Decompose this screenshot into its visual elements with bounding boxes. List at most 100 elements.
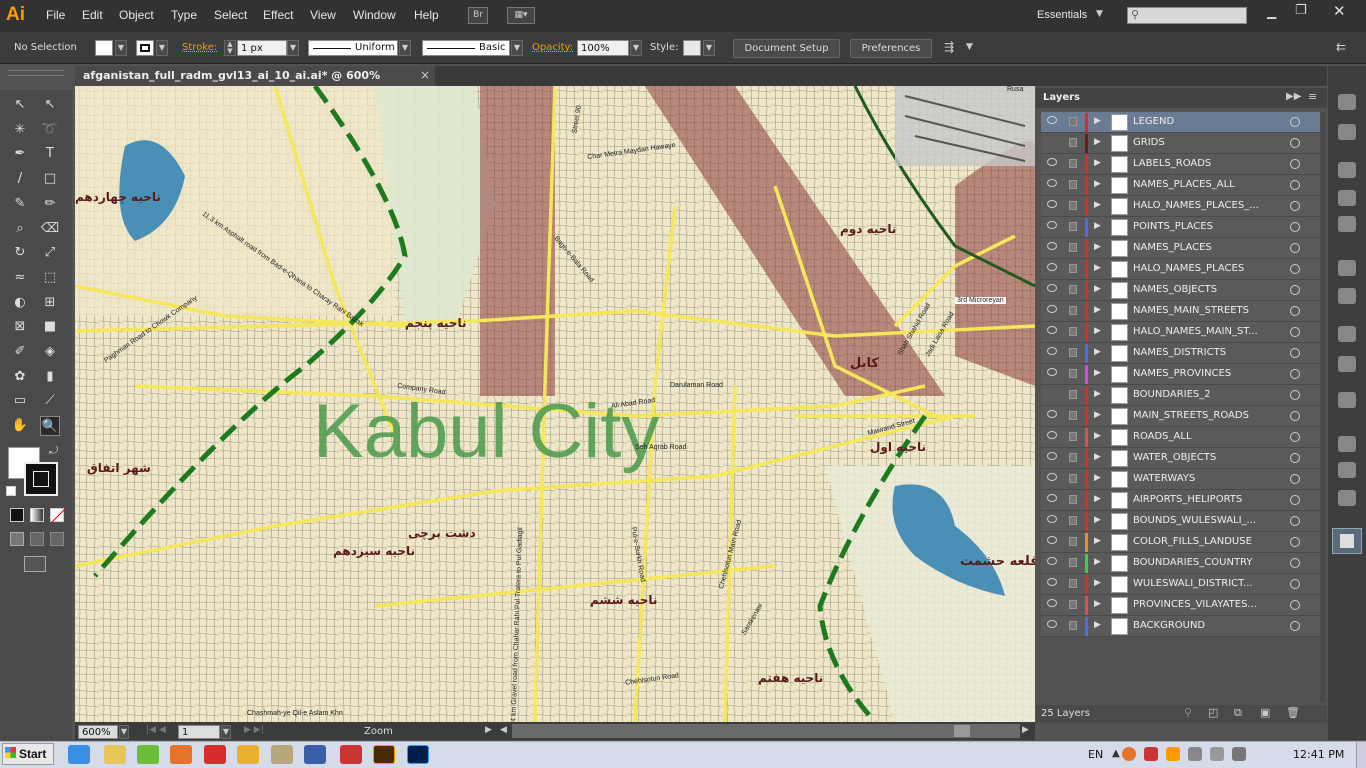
ie-icon[interactable]: [68, 745, 90, 764]
layer-name[interactable]: NAMES_OBJECTS: [1133, 284, 1258, 295]
visibility-eye-icon[interactable]: [1047, 263, 1057, 271]
layer-name[interactable]: NAMES_MAIN_STREETS: [1133, 305, 1258, 316]
visibility-eye-icon[interactable]: [1047, 494, 1057, 502]
expand-layer-icon[interactable]: ▶: [1094, 410, 1101, 420]
expand-layer-icon[interactable]: ▶: [1094, 200, 1101, 210]
quicktime-icon[interactable]: [137, 745, 159, 764]
lock-icon[interactable]: [1069, 558, 1077, 567]
symbol-sprayer-tool[interactable]: ✿: [10, 367, 30, 387]
menu-file[interactable]: File: [46, 8, 65, 22]
visibility-eye-icon[interactable]: [1047, 620, 1057, 628]
search-input[interactable]: ⚲: [1127, 7, 1247, 24]
layer-name[interactable]: BOUNDARIES_2: [1133, 389, 1258, 400]
lock-icon[interactable]: [1069, 537, 1077, 546]
expand-layer-icon[interactable]: ▶: [1094, 158, 1101, 168]
layer-name[interactable]: BOUNDARIES_COUNTRY: [1133, 557, 1258, 568]
draw-normal-icon[interactable]: [10, 532, 24, 546]
preferences-button[interactable]: Preferences: [850, 39, 932, 58]
tools-panel-grip[interactable]: [8, 70, 64, 76]
lasso-tool[interactable]: ➰: [40, 120, 60, 140]
tray-app-icon[interactable]: [1144, 747, 1158, 761]
expand-layer-icon[interactable]: ▶: [1094, 116, 1101, 126]
visibility-eye-icon[interactable]: [1047, 473, 1057, 481]
fill-swatch[interactable]: [95, 40, 113, 56]
minimize-icon[interactable]: ▁: [1267, 5, 1276, 19]
save-app-icon[interactable]: [304, 745, 326, 764]
expand-layer-icon[interactable]: ▶: [1094, 599, 1101, 609]
menu-edit[interactable]: Edit: [82, 8, 103, 22]
default-colors-icon[interactable]: [6, 486, 16, 496]
zoom-level-field[interactable]: 600%: [78, 725, 118, 739]
target-icon[interactable]: [1290, 306, 1300, 316]
draw-behind-icon[interactable]: [30, 532, 44, 546]
lock-icon[interactable]: [1069, 369, 1077, 378]
fill-chevron-icon[interactable]: ▼: [115, 40, 127, 56]
notepad-icon[interactable]: [271, 745, 293, 764]
show-desktop-button[interactable]: [1356, 742, 1366, 768]
target-icon[interactable]: [1290, 327, 1300, 337]
width-tool[interactable]: ≈: [10, 268, 30, 288]
zoom-chevron-icon[interactable]: ▼: [119, 725, 129, 739]
target-icon[interactable]: [1290, 159, 1300, 169]
menu-object[interactable]: Object: [119, 8, 154, 22]
symbols-icon[interactable]: [1338, 216, 1356, 232]
lock-icon[interactable]: [1069, 390, 1077, 399]
lock-icon[interactable]: [1069, 453, 1077, 462]
layer-name[interactable]: LEGEND: [1133, 116, 1258, 127]
brush-chevron-icon[interactable]: ▼: [511, 40, 523, 56]
layer-name[interactable]: COLOR_FILLS_LANDUSE: [1133, 536, 1258, 547]
menu-effect[interactable]: Effect: [263, 8, 293, 22]
target-icon[interactable]: [1290, 495, 1300, 505]
target-icon[interactable]: [1290, 411, 1300, 421]
lock-icon[interactable]: [1069, 516, 1077, 525]
perspective-grid-tool[interactable]: ⊞: [40, 293, 60, 313]
lock-icon[interactable]: [1069, 600, 1077, 609]
visibility-eye-icon[interactable]: [1047, 410, 1057, 418]
layer-row[interactable]: ▶ NAMES_PLACES: [1041, 238, 1320, 259]
expand-layer-icon[interactable]: ▶: [1094, 368, 1101, 378]
layer-name[interactable]: NAMES_PLACES: [1133, 242, 1258, 253]
make-clipping-mask-icon[interactable]: ◰: [1208, 706, 1218, 719]
layer-row[interactable]: ▶ NAMES_OBJECTS: [1041, 280, 1320, 301]
next-artboard-icon[interactable]: ▶ ▶|: [244, 725, 264, 735]
target-icon[interactable]: [1290, 600, 1300, 610]
gradient-tool[interactable]: ■: [40, 317, 60, 337]
target-icon[interactable]: [1290, 348, 1300, 358]
target-icon[interactable]: [1290, 285, 1300, 295]
screen-mode-icon[interactable]: [24, 556, 46, 572]
target-icon[interactable]: [1290, 222, 1300, 232]
layer-row[interactable]: ▶ AIRPORTS_HELIPORTS: [1041, 490, 1320, 511]
expand-layer-icon[interactable]: ▶: [1094, 137, 1101, 147]
status-menu-icon[interactable]: ▶: [485, 725, 492, 735]
style-chevron-icon[interactable]: ▼: [703, 40, 715, 56]
tray-app-icon[interactable]: [1166, 747, 1180, 761]
opacity-label[interactable]: Opacity:: [532, 42, 573, 53]
layers-scrollbar[interactable]: [1320, 112, 1326, 702]
layer-row[interactable]: ▶ BOUNDARIES_COUNTRY: [1041, 553, 1320, 574]
workspace-switcher[interactable]: Essentials: [1037, 9, 1087, 21]
layer-row[interactable]: ▶ LABELS_ROADS: [1041, 154, 1320, 175]
artboard-tool[interactable]: ▭: [10, 391, 30, 411]
layer-name[interactable]: NAMES_PLACES_ALL: [1133, 179, 1258, 190]
layer-row[interactable]: ▶ HALO_NAMES_PLACES: [1041, 259, 1320, 280]
visibility-eye-icon[interactable]: [1047, 242, 1057, 250]
layer-name[interactable]: BACKGROUND: [1133, 620, 1258, 631]
layer-row[interactable]: ▶ COLOR_FILLS_LANDUSE: [1041, 532, 1320, 553]
layer-name[interactable]: POINTS_PLACES: [1133, 221, 1258, 232]
target-icon[interactable]: [1290, 453, 1300, 463]
arrange-icon[interactable]: ⇶: [944, 40, 954, 54]
swatches-icon[interactable]: [1338, 162, 1356, 178]
blend-tool[interactable]: ◈: [40, 342, 60, 362]
stroke-label[interactable]: Stroke:: [182, 42, 217, 53]
opera-icon[interactable]: [204, 745, 226, 764]
layer-row[interactable]: ▶ HALO_NAMES_PLACES_...: [1041, 196, 1320, 217]
lock-icon[interactable]: [1069, 621, 1077, 630]
brush-definition[interactable]: Basic: [422, 40, 510, 56]
target-icon[interactable]: [1290, 432, 1300, 442]
target-icon[interactable]: [1290, 537, 1300, 547]
layers-panel-title[interactable]: Layers: [1043, 92, 1080, 103]
expand-layer-icon[interactable]: ▶: [1094, 326, 1101, 336]
layer-row[interactable]: ▶ BOUNDS_WULESWALI_...: [1041, 511, 1320, 532]
menu-help[interactable]: Help: [414, 8, 439, 22]
color-mode-icon[interactable]: [10, 508, 24, 522]
